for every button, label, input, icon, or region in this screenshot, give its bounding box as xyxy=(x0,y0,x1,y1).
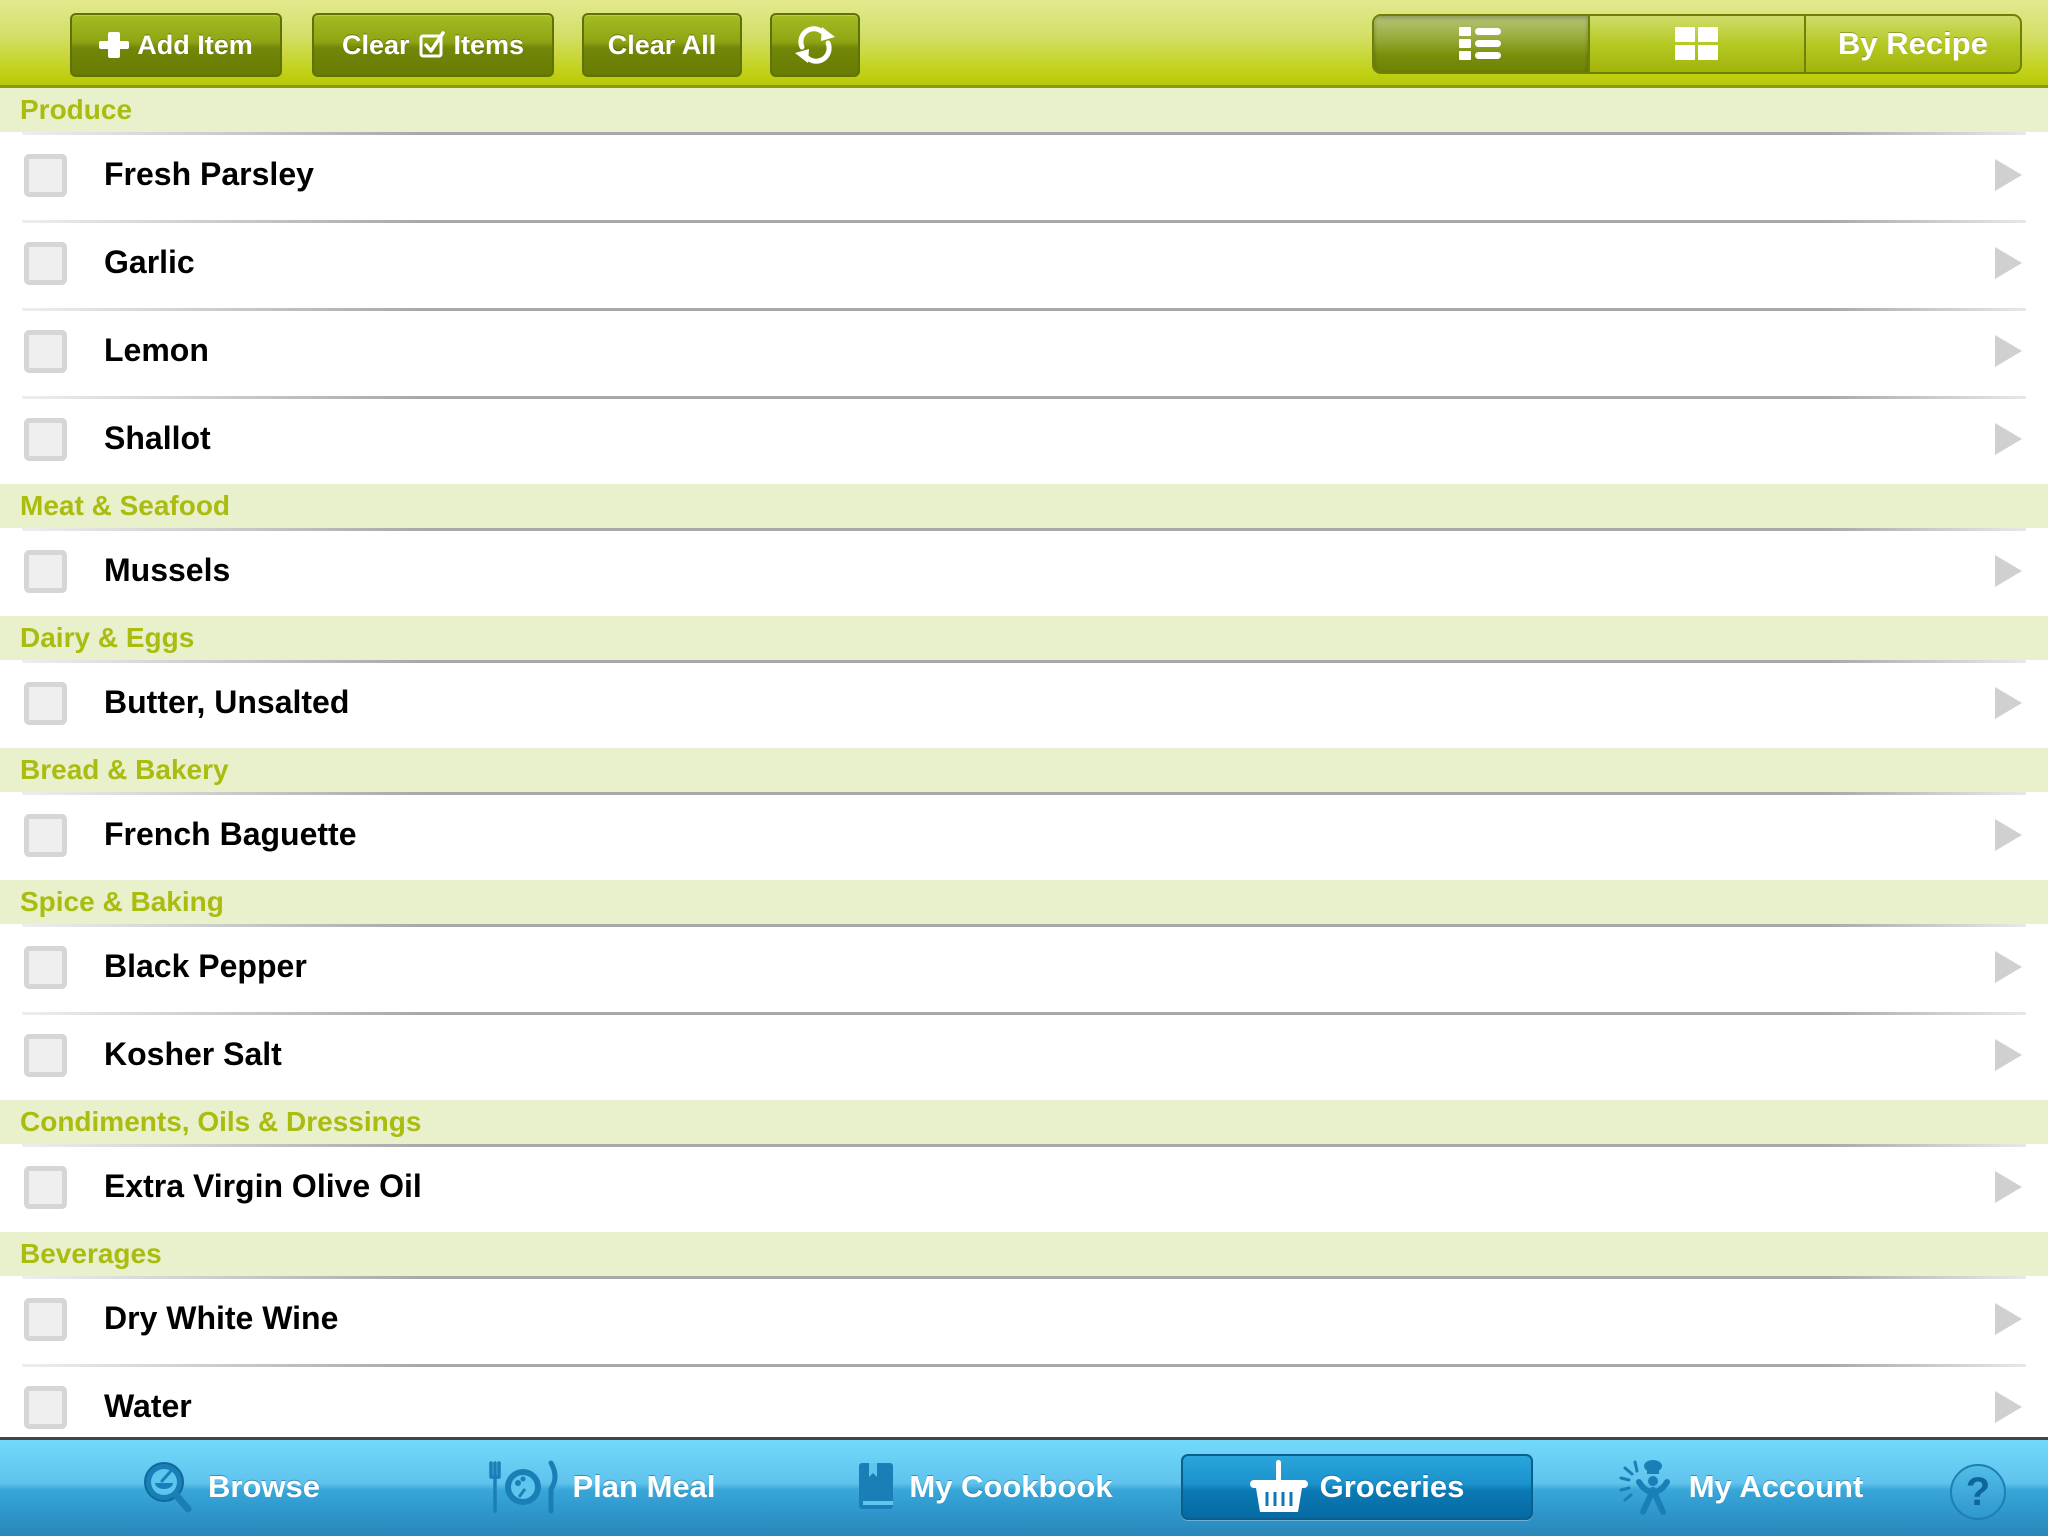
disclosure-arrow-icon[interactable] xyxy=(1995,687,2022,719)
tab-my-account[interactable]: My Account xyxy=(1615,1454,1865,1520)
add-item-button[interactable]: Add Item xyxy=(70,13,282,77)
disclosure-arrow-icon[interactable] xyxy=(1995,1303,2022,1335)
item-checkbox[interactable] xyxy=(24,1386,67,1429)
checked-box-icon xyxy=(419,31,445,58)
view-mode-toggle: By Recipe xyxy=(1372,14,2022,74)
item-name: Lemon xyxy=(104,332,209,368)
grocery-item-row[interactable]: Lemon xyxy=(0,308,2048,396)
section-header: Spice & Baking xyxy=(0,880,2048,924)
item-checkbox[interactable] xyxy=(24,154,67,197)
help-button[interactable]: ? xyxy=(1950,1464,2006,1520)
disclosure-arrow-icon[interactable] xyxy=(1995,423,2022,455)
item-checkbox[interactable] xyxy=(24,682,67,725)
item-name: Extra Virgin Olive Oil xyxy=(104,1168,422,1204)
disclosure-arrow-icon[interactable] xyxy=(1995,335,2022,367)
disclosure-arrow-icon[interactable] xyxy=(1995,1039,2022,1071)
item-checkbox[interactable] xyxy=(24,418,67,461)
grid-view-icon xyxy=(1675,27,1718,60)
clear-checked-label-before: Clear xyxy=(341,29,410,60)
section-header: Condiments, Oils & Dressings xyxy=(0,1100,2048,1144)
section-header: Beverages xyxy=(0,1232,2048,1276)
tab-plan-meal[interactable]: Plan Meal xyxy=(480,1454,720,1520)
refresh-button[interactable] xyxy=(770,13,860,77)
item-checkbox[interactable] xyxy=(24,1166,67,1209)
grocery-list: Produce Fresh Parsley Garlic Lemon Shallot Me… xyxy=(0,88,2048,1437)
tab-my-cookbook-label: My Cookbook xyxy=(909,1469,1113,1504)
disclosure-arrow-icon[interactable] xyxy=(1995,247,2022,279)
item-name: Shallot xyxy=(104,420,211,456)
grocery-item-row[interactable]: Kosher Salt xyxy=(0,1012,2048,1100)
chef-account-icon xyxy=(1619,1460,1670,1515)
item-name: Dry White Wine xyxy=(104,1300,339,1336)
tab-my-cookbook[interactable]: My Cookbook xyxy=(850,1454,1120,1520)
section-header: Dairy & Eggs xyxy=(0,616,2048,660)
help-icon: ? xyxy=(1965,1469,1991,1514)
disclosure-arrow-icon[interactable] xyxy=(1995,159,2022,191)
refresh-icon xyxy=(795,26,835,64)
item-checkbox[interactable] xyxy=(24,814,67,857)
grocery-item-row[interactable]: Mussels xyxy=(0,528,2048,616)
clear-all-button[interactable]: Clear All xyxy=(582,13,742,77)
disclosure-arrow-icon[interactable] xyxy=(1995,951,2022,983)
list-view-button[interactable] xyxy=(1374,16,1588,72)
grocery-item-row[interactable]: Dry White Wine xyxy=(0,1276,2048,1364)
plan-meal-plate-icon xyxy=(488,1460,557,1514)
browse-search-icon xyxy=(144,1462,192,1513)
grocery-item-row[interactable]: Water xyxy=(0,1364,2048,1437)
item-name: Kosher Salt xyxy=(104,1036,282,1072)
disclosure-arrow-icon[interactable] xyxy=(1995,819,2022,851)
list-view-icon xyxy=(1459,27,1501,60)
tab-my-account-label: My Account xyxy=(1688,1469,1864,1504)
grocery-item-row[interactable]: Fresh Parsley xyxy=(0,132,2048,220)
grocery-item-row[interactable]: Black Pepper xyxy=(0,924,2048,1012)
clear-checked-items-button[interactable]: Clear Items xyxy=(312,13,554,77)
by-recipe-label: By Recipe xyxy=(1838,26,1988,61)
grocery-item-row[interactable]: Butter, Unsalted xyxy=(0,660,2048,748)
item-checkbox[interactable] xyxy=(24,1034,67,1077)
tab-browse-label: Browse xyxy=(208,1469,320,1504)
grocery-item-row[interactable]: Shallot xyxy=(0,396,2048,484)
item-name: French Baguette xyxy=(104,816,357,852)
plus-icon xyxy=(99,32,130,58)
item-checkbox[interactable] xyxy=(24,330,67,373)
item-name: Black Pepper xyxy=(104,948,307,984)
item-checkbox[interactable] xyxy=(24,550,67,593)
section-header: Produce xyxy=(0,88,2048,132)
item-name: Fresh Parsley xyxy=(104,156,314,192)
item-name: Garlic xyxy=(104,244,195,280)
disclosure-arrow-icon[interactable] xyxy=(1995,555,2022,587)
bottom-tab-bar: Browse Plan Meal My Cookbook Groceries M… xyxy=(0,1437,2048,1536)
clear-checked-label-after: Items xyxy=(453,29,525,60)
disclosure-arrow-icon[interactable] xyxy=(1995,1171,2022,1203)
basket-icon xyxy=(1249,1460,1308,1512)
item-name: Butter, Unsalted xyxy=(104,684,350,720)
grid-view-button[interactable] xyxy=(1588,16,1804,72)
grocery-item-row[interactable]: French Baguette xyxy=(0,792,2048,880)
item-name: Water xyxy=(104,1388,192,1424)
add-item-label: Add Item xyxy=(137,29,253,60)
item-checkbox[interactable] xyxy=(24,946,67,989)
grocery-item-row[interactable]: Garlic xyxy=(0,220,2048,308)
item-checkbox[interactable] xyxy=(24,242,67,285)
by-recipe-button[interactable]: By Recipe xyxy=(1804,16,2020,72)
clear-all-label: Clear All xyxy=(607,29,717,60)
item-name: Mussels xyxy=(104,552,231,588)
item-checkbox[interactable] xyxy=(24,1298,67,1341)
cookbook-icon xyxy=(859,1463,894,1509)
tab-browse[interactable]: Browse xyxy=(130,1454,330,1520)
disclosure-arrow-icon[interactable] xyxy=(1995,1391,2022,1423)
section-header: Bread & Bakery xyxy=(0,748,2048,792)
section-header: Meat & Seafood xyxy=(0,484,2048,528)
tab-groceries-label: Groceries xyxy=(1319,1469,1465,1504)
top-toolbar: Add Item Clear Items Clear All By Recipe xyxy=(0,0,2048,88)
tab-plan-meal-label: Plan Meal xyxy=(572,1469,716,1504)
tab-groceries[interactable]: Groceries xyxy=(1181,1454,1533,1520)
grocery-item-row[interactable]: Extra Virgin Olive Oil xyxy=(0,1144,2048,1232)
